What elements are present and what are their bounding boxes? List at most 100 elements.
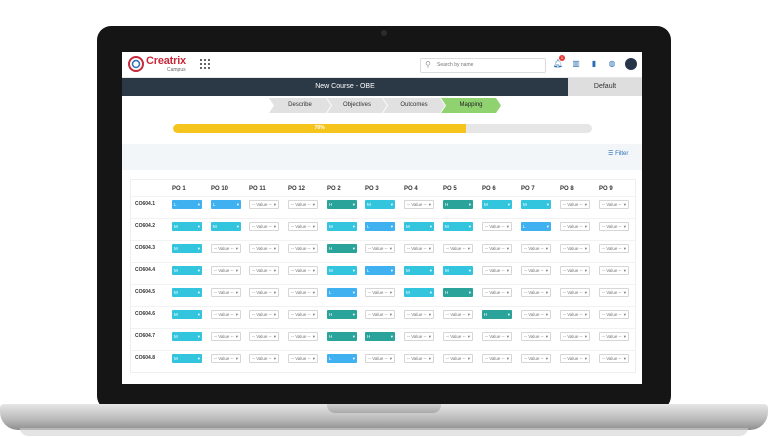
mapping-select[interactable]: -- Value -- <box>288 244 318 253</box>
mapping-select[interactable]: -- Value -- <box>599 332 629 341</box>
mapping-select[interactable]: -- Value -- <box>404 310 434 319</box>
mapping-select[interactable]: -- Value -- <box>288 200 318 209</box>
mapping-select[interactable]: L <box>211 200 241 209</box>
mapping-select[interactable]: -- Value -- <box>288 222 318 231</box>
mapping-select[interactable]: M <box>172 222 202 231</box>
search-input[interactable] <box>437 61 537 69</box>
mapping-select[interactable]: -- Value -- <box>211 266 241 275</box>
mapping-select[interactable]: L <box>521 222 551 231</box>
mapping-select[interactable]: -- Value -- <box>560 222 590 231</box>
mapping-select[interactable]: M <box>404 222 434 231</box>
mapping-select[interactable]: -- Value -- <box>404 354 434 363</box>
default-tab[interactable]: Default <box>568 78 642 96</box>
mapping-select[interactable]: M <box>521 200 551 209</box>
mapping-select[interactable]: -- Value -- <box>560 244 590 253</box>
mapping-select[interactable]: M <box>404 288 434 297</box>
mapping-select[interactable]: H <box>327 310 357 319</box>
mapping-select[interactable]: H <box>443 288 473 297</box>
mapping-select[interactable]: M <box>172 288 202 297</box>
step-objectives[interactable]: Objectives <box>327 98 387 113</box>
mapping-select[interactable]: -- Value -- <box>521 266 551 275</box>
mapping-select[interactable]: -- Value -- <box>599 310 629 319</box>
mapping-select[interactable]: L <box>327 354 357 363</box>
step-describe[interactable]: Describe <box>269 98 331 113</box>
mapping-select[interactable]: -- Value -- <box>249 266 279 275</box>
mapping-select[interactable]: M <box>172 266 202 275</box>
mapping-select[interactable]: -- Value -- <box>249 244 279 253</box>
mapping-select[interactable]: -- Value -- <box>443 354 473 363</box>
mapping-select[interactable]: -- Value -- <box>249 354 279 363</box>
mapping-select[interactable]: -- Value -- <box>288 310 318 319</box>
mapping-select[interactable]: -- Value -- <box>521 354 551 363</box>
building-icon[interactable]: ▥ <box>570 58 582 70</box>
mapping-select[interactable]: L <box>172 200 202 209</box>
mapping-select[interactable]: M <box>327 266 357 275</box>
globe-icon[interactable]: ◍ <box>606 58 618 70</box>
mapping-select[interactable]: -- Value -- <box>599 222 629 231</box>
mapping-select[interactable]: -- Value -- <box>249 310 279 319</box>
mapping-select[interactable]: -- Value -- <box>365 310 395 319</box>
mapping-select[interactable]: -- Value -- <box>599 288 629 297</box>
mapping-select[interactable]: -- Value -- <box>443 310 473 319</box>
mapping-select[interactable]: -- Value -- <box>404 200 434 209</box>
mapping-select[interactable]: M <box>172 332 202 341</box>
mapping-select[interactable]: -- Value -- <box>482 266 512 275</box>
mapping-select[interactable]: M <box>443 266 473 275</box>
mapping-select[interactable]: -- Value -- <box>249 288 279 297</box>
mapping-select[interactable]: -- Value -- <box>443 332 473 341</box>
mapping-select[interactable]: H <box>327 244 357 253</box>
mapping-select[interactable]: -- Value -- <box>560 310 590 319</box>
mapping-select[interactable]: -- Value -- <box>404 332 434 341</box>
mapping-select[interactable]: -- Value -- <box>521 288 551 297</box>
mapping-select[interactable]: -- Value -- <box>211 288 241 297</box>
mapping-select[interactable]: L <box>327 288 357 297</box>
mapping-select[interactable]: M <box>365 200 395 209</box>
mapping-select[interactable]: L <box>365 222 395 231</box>
mapping-select[interactable]: -- Value -- <box>521 244 551 253</box>
mapping-select[interactable]: -- Value -- <box>599 200 629 209</box>
mapping-select[interactable]: -- Value -- <box>404 244 434 253</box>
mapping-select[interactable]: -- Value -- <box>482 288 512 297</box>
mapping-select[interactable]: -- Value -- <box>211 354 241 363</box>
mapping-select[interactable]: -- Value -- <box>288 266 318 275</box>
mapping-select[interactable]: -- Value -- <box>521 310 551 319</box>
mapping-select[interactable]: L <box>365 266 395 275</box>
mapping-select[interactable]: M <box>172 244 202 253</box>
mapping-select[interactable]: -- Value -- <box>482 222 512 231</box>
mapping-select[interactable]: M <box>404 266 434 275</box>
mapping-select[interactable]: -- Value -- <box>365 354 395 363</box>
mapping-select[interactable]: H <box>327 332 357 341</box>
mapping-select[interactable]: -- Value -- <box>288 288 318 297</box>
mapping-select[interactable]: -- Value -- <box>560 266 590 275</box>
mapping-select[interactable]: -- Value -- <box>249 222 279 231</box>
mapping-select[interactable]: -- Value -- <box>211 332 241 341</box>
mapping-select[interactable]: -- Value -- <box>482 332 512 341</box>
mapping-select[interactable]: -- Value -- <box>211 310 241 319</box>
mapping-select[interactable]: -- Value -- <box>365 288 395 297</box>
mapping-select[interactable]: -- Value -- <box>249 200 279 209</box>
step-outcomes[interactable]: Outcomes <box>383 98 445 113</box>
mapping-select[interactable]: -- Value -- <box>599 266 629 275</box>
mapping-select[interactable]: M <box>172 310 202 319</box>
apps-grid-icon[interactable] <box>200 59 210 69</box>
mapping-select[interactable]: -- Value -- <box>288 332 318 341</box>
mapping-select[interactable]: -- Value -- <box>211 244 241 253</box>
mapping-select[interactable]: M <box>172 354 202 363</box>
mapping-select[interactable]: -- Value -- <box>288 354 318 363</box>
mapping-select[interactable]: M <box>482 200 512 209</box>
mapping-select[interactable]: M <box>327 222 357 231</box>
mapping-select[interactable]: -- Value -- <box>599 244 629 253</box>
mapping-select[interactable]: -- Value -- <box>560 200 590 209</box>
mapping-select[interactable]: -- Value -- <box>482 244 512 253</box>
mapping-select[interactable]: -- Value -- <box>482 354 512 363</box>
avatar-icon[interactable] <box>625 58 637 70</box>
mapping-select[interactable]: -- Value -- <box>560 354 590 363</box>
mapping-select[interactable]: -- Value -- <box>365 244 395 253</box>
mapping-select[interactable]: -- Value -- <box>560 332 590 341</box>
book-icon[interactable]: ▮ <box>588 58 600 70</box>
mapping-select[interactable]: H <box>365 332 395 341</box>
step-mapping[interactable]: Mapping <box>441 98 501 113</box>
mapping-select[interactable]: -- Value -- <box>443 244 473 253</box>
mapping-select[interactable]: -- Value -- <box>249 332 279 341</box>
mapping-select[interactable]: -- Value -- <box>560 288 590 297</box>
